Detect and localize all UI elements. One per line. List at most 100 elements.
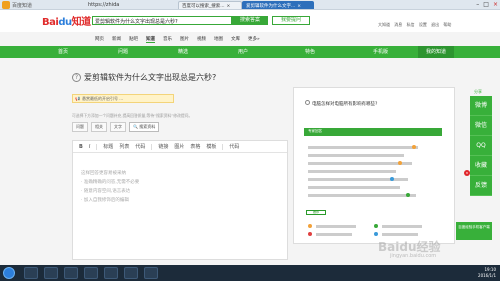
related-content-card[interactable]: 电脑怎样对电脑所有影响有哪些? 专家回答 推荐 (293, 87, 455, 244)
window-close-icon[interactable]: × (493, 1, 498, 8)
logo-blue-text: du (58, 17, 72, 28)
search-resource-button[interactable]: 🔍 搜索资料 (129, 122, 160, 132)
editor-toolbar: B I 标题 列表 代码 链接 图片 表格 模板 代码 (73, 141, 287, 153)
search-button[interactable]: 搜索答案 (232, 16, 268, 25)
nav-item-my-zhidao[interactable]: 我的知道 (418, 46, 455, 58)
user-link[interactable]: 退出 (431, 22, 439, 27)
taskbar-app-icon[interactable] (84, 267, 98, 279)
nav-link[interactable]: 音乐 (163, 36, 172, 43)
reward-banner[interactable]: 📢 悬赏最低的开启引号 ... (72, 94, 174, 103)
share-label: 分享 (474, 89, 482, 94)
nav-item-mobile[interactable]: 手机版 (373, 48, 388, 55)
user-link[interactable]: 消息 (394, 22, 402, 27)
nav-item-questions[interactable]: 问题 (118, 48, 128, 55)
italic-icon[interactable]: I (89, 144, 90, 150)
code-button[interactable]: 代码 (135, 143, 145, 150)
placeholder-line-bar (382, 225, 422, 228)
dot-icon (390, 177, 394, 181)
template-button[interactable]: 模板 (206, 143, 216, 150)
baidu-logo[interactable]: Baidu知道 (42, 13, 91, 28)
main-nav-bar: 首页 问题 精选 用户 特色 手机版 我的知道 (0, 46, 500, 58)
taskbar-app-icon[interactable] (124, 267, 138, 279)
feedback-icon[interactable]: 反馈 (470, 176, 492, 196)
placeholder-line-bar (308, 194, 416, 197)
browser-tab-1[interactable]: 百度可以搜索_搜索... × (178, 1, 242, 9)
taskbar-app-icon[interactable] (44, 267, 58, 279)
user-link[interactable]: 帮助 (443, 22, 451, 27)
table-button[interactable]: 表格 (190, 143, 200, 150)
wechat-icon[interactable]: 微信 (470, 116, 492, 136)
nav-link-active[interactable]: 知道 (146, 36, 155, 43)
tag[interactable]: 问题 (72, 122, 88, 132)
close-icon[interactable]: × (227, 4, 231, 9)
tag[interactable]: 文字 (110, 122, 126, 132)
nav-link[interactable]: 更多» (248, 36, 260, 43)
nav-link[interactable]: 视频 (197, 36, 206, 43)
start-button[interactable] (3, 267, 15, 279)
notification-badge: 8 (464, 170, 470, 176)
taskbar-app-icon[interactable] (104, 267, 118, 279)
user-link[interactable]: 私信 (407, 22, 415, 27)
toolbar-divider (222, 143, 224, 150)
dot-icon (374, 232, 378, 236)
user-link[interactable]: 大知道 (378, 22, 390, 27)
share-sidebar: 微博 微信 QQ 收藏 反馈 (470, 96, 492, 196)
nav-item-users[interactable]: 用户 (238, 48, 248, 55)
nav-link[interactable]: 贴吧 (129, 36, 138, 43)
taskbar-app-icon[interactable] (24, 267, 38, 279)
clock-date: 2016/1/1 (478, 273, 496, 278)
image-button[interactable]: 图片 (174, 143, 184, 150)
taskbar-app-icon[interactable] (144, 267, 158, 279)
question-title: 爱剪辑软件为什么文字出现总是六秒? (84, 73, 217, 82)
expert-header: 专家回答 (304, 128, 442, 136)
minimize-icon[interactable]: – (476, 1, 479, 8)
user-link[interactable]: 设置 (419, 22, 427, 27)
system-clock[interactable]: 19:10 2016/1/1 (478, 267, 496, 279)
search-input[interactable]: 爱剪辑软件为什么文字出现总是六秒? (92, 16, 232, 25)
dot-icon (374, 224, 378, 228)
placeholder-line: 这样回答更容易被采纳 (81, 171, 126, 176)
expert-header-label: 专家回答 (308, 129, 322, 133)
search-resource-label: 搜索资料 (139, 124, 156, 129)
placeholder-line-bar (316, 233, 352, 236)
nav-item-home[interactable]: 首页 (58, 48, 68, 55)
bold-icon[interactable]: B (79, 144, 83, 150)
heading-button[interactable]: 标题 (103, 143, 113, 150)
logo-red-text: Bai (42, 17, 59, 28)
ask-question-button[interactable]: 我要提问 (272, 16, 310, 25)
close-icon[interactable]: × (297, 4, 301, 9)
taskbar-app-icon[interactable] (64, 267, 78, 279)
browser-tab-2[interactable]: 爱剪辑软件为什么文字... × (242, 1, 314, 9)
dot-icon (308, 232, 312, 236)
browser-logo-icon (2, 1, 10, 9)
reward-text: 悬赏最低的开启引号 ... (81, 96, 124, 101)
browser-toolbar: 百度知道 https://zhida 百度可以搜索_搜索... × 爱剪辑软件为什… (0, 0, 500, 10)
maximize-icon[interactable]: □ (483, 1, 489, 8)
tag[interactable]: 相关 (91, 122, 107, 132)
qq-icon[interactable]: QQ (470, 136, 492, 156)
nav-item-special[interactable]: 特色 (305, 48, 315, 55)
nav-link[interactable]: 新闻 (112, 36, 121, 43)
nav-link[interactable]: 网页 (95, 36, 104, 43)
weibo-icon[interactable]: 微博 (470, 96, 492, 116)
app-download-hint[interactable]: 百度经验手机客户端 (456, 222, 492, 240)
dot-icon (412, 145, 416, 149)
tab-label: 爱剪辑软件为什么文字... (246, 4, 296, 9)
nav-link[interactable]: 地图 (214, 36, 223, 43)
nav-item-featured[interactable]: 精选 (178, 48, 188, 55)
placeholder-line: · 随意内容空间,语言表达 (81, 189, 131, 194)
answer-editor[interactable]: B I 标题 列表 代码 链接 图片 表格 模板 代码 这样回答更容易被采纳 ·… (72, 140, 288, 260)
favorite-icon[interactable]: 收藏 (470, 156, 492, 176)
question-mark-icon (305, 100, 310, 105)
window-controls: – □ × (476, 1, 498, 8)
watermark-url: jingyan.baidu.com (390, 253, 437, 259)
nav-link[interactable]: 文库 (231, 36, 240, 43)
user-links: 大知道 消息 私信 设置 退出 帮助 (378, 22, 454, 28)
placeholder-line-bar (308, 186, 400, 189)
list-button[interactable]: 列表 (119, 143, 129, 150)
address-bar[interactable]: https://zhida (88, 2, 119, 8)
link-button[interactable]: 链接 (158, 143, 168, 150)
placeholder-line: · 准确精确的问答,无需不必要 (81, 180, 140, 185)
nav-link[interactable]: 图片 (180, 36, 189, 43)
code-dropdown[interactable]: 代码 (229, 143, 239, 150)
